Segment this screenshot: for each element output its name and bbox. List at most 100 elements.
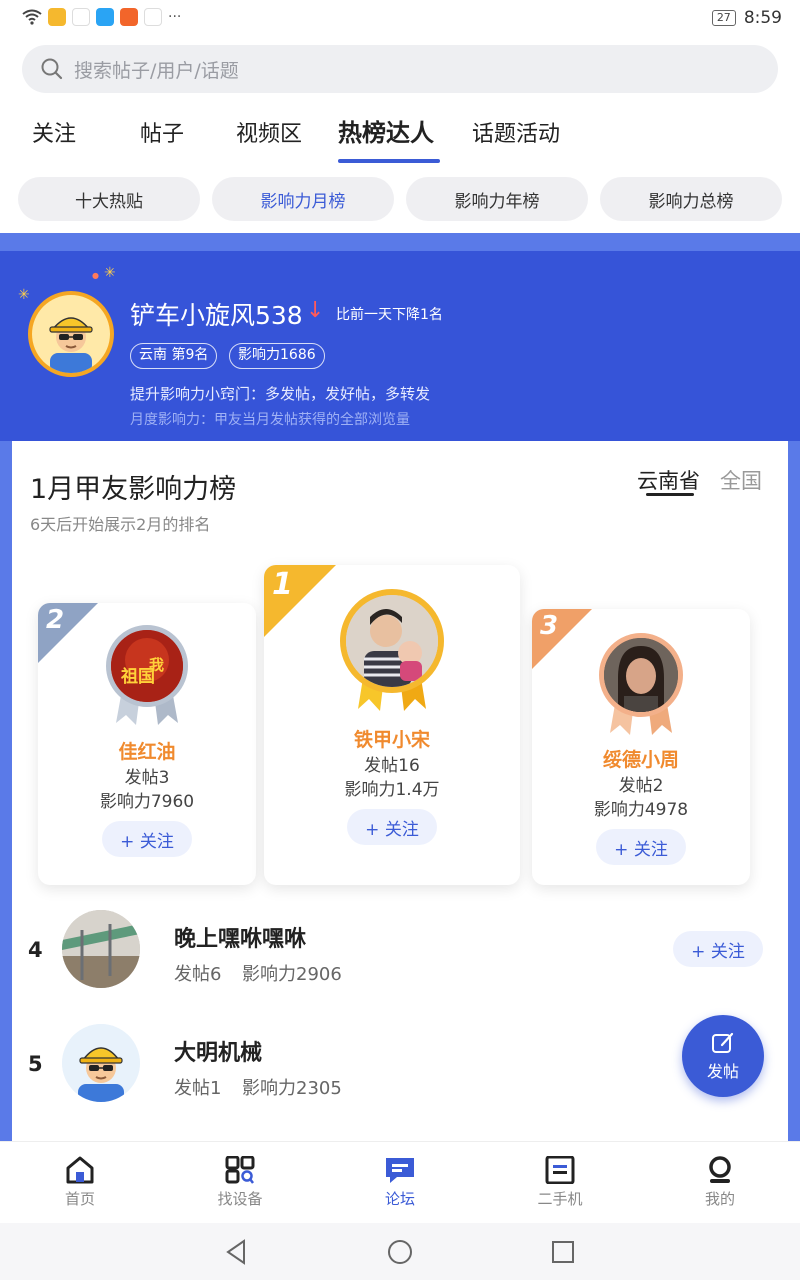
bottom-nav: 首页 找设备 论坛 二手机 我的: [0, 1141, 800, 1223]
worker-avatar-icon: [32, 295, 110, 373]
sparkle-icon: ✳: [104, 265, 116, 281]
rank-number: 1: [272, 567, 293, 602]
tip-text: 提升影响力小窍门：多发帖，发好帖，多转发: [130, 385, 431, 403]
user-avatar[interactable]: 祖国我: [106, 625, 188, 707]
sparkle-icon: ●: [92, 271, 99, 280]
influence-value: 影响力7960: [99, 792, 195, 812]
search-placeholder: 搜索帖子/用户/话题: [74, 59, 239, 82]
nav-used-machines-label: 二手机: [537, 1190, 583, 1208]
grid-search-icon: [225, 1156, 255, 1184]
region-rank-badge: 云南 第9名: [130, 343, 218, 369]
post-count: 发帖16: [364, 756, 420, 776]
app-icon-orange: [120, 8, 138, 26]
system-navigation-bar: [0, 1223, 800, 1280]
nav-profile[interactable]: 我的: [670, 1156, 770, 1209]
side-edge: [788, 441, 800, 1141]
user-avatar[interactable]: [599, 633, 683, 717]
tab-topics[interactable]: 话题活动: [472, 116, 560, 148]
nav-forum-label: 论坛: [384, 1190, 415, 1208]
region-tab-province[interactable]: 云南省: [637, 465, 700, 495]
rank-change-text: 比前一天下降1名: [336, 307, 443, 323]
nav-home[interactable]: 首页: [30, 1156, 130, 1209]
home-circle-icon[interactable]: [387, 1239, 413, 1265]
create-post-label: 发帖: [706, 1062, 739, 1081]
podium-card-rank-3[interactable]: 3 绥德小周 发帖2 影响力4978 + 关注: [532, 609, 750, 885]
subtab-overall[interactable]: 影响力总榜: [600, 177, 782, 221]
influence-badge: 影响力1686: [229, 343, 325, 369]
leaderboard-subtitle: 6天后开始展示2月的排名: [30, 515, 211, 534]
back-icon[interactable]: [224, 1239, 248, 1265]
rank-number: 3: [540, 611, 559, 641]
post-count: 发帖3: [124, 768, 170, 788]
influence-value: 影响力2906: [242, 964, 342, 985]
user-avatar[interactable]: [62, 1024, 140, 1102]
clock: 8:59: [743, 8, 782, 28]
edit-icon: [712, 1032, 734, 1053]
nav-home-label: 首页: [64, 1190, 95, 1208]
status-icons: ···: [22, 8, 181, 26]
region-active-indicator: [646, 493, 694, 496]
my-username: 铲车小旋风538: [130, 301, 303, 330]
avatar-image: 祖国我: [111, 630, 183, 702]
leaderboard-title: 1月甲友影响力榜: [30, 474, 237, 505]
app-icon-yellow: [48, 8, 66, 26]
leaderboard-card: 1月甲友影响力榜 6天后开始展示2月的排名 云南省 全国 2 祖国我 佳红油 发…: [12, 441, 788, 1141]
battery-icon: 27: [711, 10, 736, 26]
profile-icon: [709, 1156, 731, 1183]
used-machine-icon: [545, 1156, 575, 1184]
search-bar[interactable]: 搜索帖子/用户/话题: [22, 45, 778, 93]
subtab-top-ten[interactable]: 十大热贴: [18, 177, 200, 221]
status-bar: ··· 27 8:59: [0, 0, 800, 36]
tab-videos[interactable]: 视频区: [236, 116, 302, 148]
user-name[interactable]: 绥德小周: [532, 745, 750, 772]
user-name[interactable]: 晚上嘿咻嘿咻: [174, 921, 306, 953]
subtab-yearly[interactable]: 影响力年榜: [406, 177, 588, 221]
user-avatar[interactable]: [340, 589, 444, 693]
wifi-icon: [22, 9, 42, 25]
more-notifications-icon: ···: [168, 9, 182, 25]
sparkle-icon: ✳: [18, 287, 30, 303]
user-name[interactable]: 铁甲小宋: [264, 725, 520, 752]
nav-find-equipment[interactable]: 找设备: [190, 1156, 290, 1209]
follow-button[interactable]: + 关注: [673, 931, 763, 967]
home-icon: [66, 1156, 94, 1184]
create-post-button[interactable]: 发帖: [682, 1015, 764, 1097]
follow-button[interactable]: + 关注: [347, 809, 437, 845]
post-count: 发帖1: [174, 1078, 222, 1099]
app-icon-map: [72, 8, 90, 26]
tab-hot-experts[interactable]: 热榜达人: [338, 113, 434, 148]
avatar-image: [62, 910, 140, 988]
post-count: 发帖2: [618, 776, 664, 796]
follow-button[interactable]: + 关注: [102, 821, 192, 857]
rank-number: 4: [28, 938, 43, 962]
nav-used-machines[interactable]: 二手机: [510, 1156, 610, 1209]
rank-number: 2: [46, 605, 65, 635]
forum-icon: [386, 1158, 414, 1183]
hero-top-strip: [0, 233, 800, 251]
my-rank-banner: ✳ ✳ ● 铲车小旋风538 ↓ 比前一天下降1名 云南 第9名 影响力1686…: [0, 251, 800, 441]
avatar-image: [346, 595, 438, 687]
region-tab-national[interactable]: 全国: [720, 465, 762, 495]
user-name[interactable]: 佳红油: [38, 737, 256, 764]
nav-forum[interactable]: 论坛: [350, 1156, 450, 1209]
main-tabs: 关注 帖子 视频区 热榜达人 话题活动: [0, 96, 800, 166]
influence-value: 影响力4978: [593, 800, 689, 820]
podium-card-rank-2[interactable]: 2 祖国我 佳红油 发帖3 影响力7960 + 关注: [38, 603, 256, 885]
app-icon-red: [144, 8, 162, 26]
subtab-monthly[interactable]: 影响力月榜: [212, 177, 394, 221]
follow-button[interactable]: + 关注: [596, 829, 686, 865]
tab-posts[interactable]: 帖子: [140, 116, 184, 148]
app-icon-blue: [96, 8, 114, 26]
tab-active-indicator: [338, 159, 440, 163]
user-avatar[interactable]: [62, 910, 140, 988]
my-avatar[interactable]: [28, 291, 114, 377]
tab-follow[interactable]: 关注: [32, 116, 76, 148]
recents-icon[interactable]: [551, 1240, 575, 1264]
nav-find-equipment-label: 找设备: [217, 1190, 263, 1208]
influence-value: 影响力1.4万: [344, 780, 440, 800]
rank-down-arrow-icon: ↓: [306, 298, 325, 323]
worker-avatar-icon: [62, 1024, 140, 1102]
podium-card-rank-1[interactable]: 1 铁甲小宋 发帖16 影响力1.4万 + 关注: [264, 565, 520, 885]
side-edge: [0, 441, 12, 1141]
user-name[interactable]: 大明机械: [174, 1035, 262, 1067]
